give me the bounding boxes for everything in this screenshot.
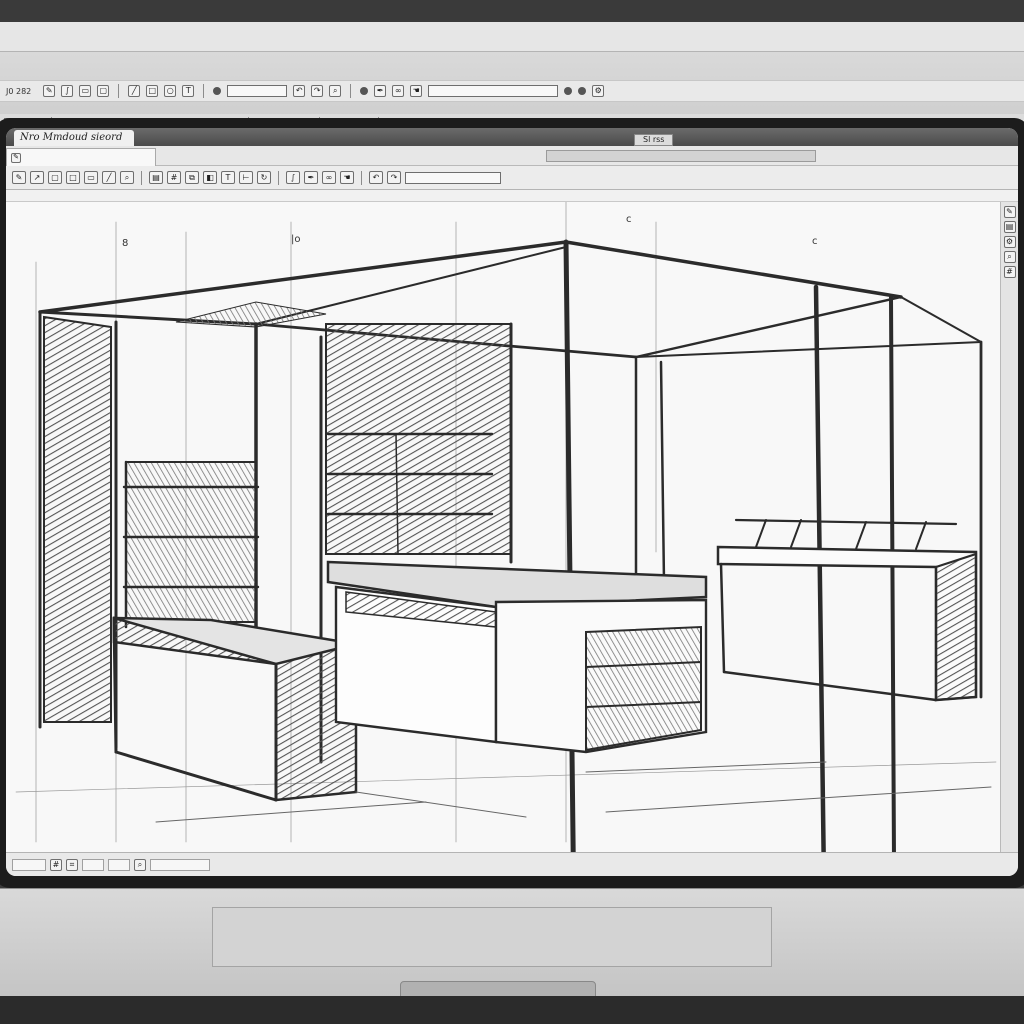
pencil-icon[interactable]: ✎ <box>43 85 56 97</box>
right-tool-panel: ✎ ▤ ⚙ ⌕ # <box>1000 202 1018 852</box>
status-field[interactable] <box>150 858 210 871</box>
inner-titlebar: Nro Mmdoud sieord Sl rss <box>6 128 1018 146</box>
arrow-icon[interactable]: ↗ <box>30 171 44 184</box>
fill-icon[interactable]: ◧ <box>203 171 217 184</box>
settings-icon[interactable]: ⚙ <box>1003 236 1016 248</box>
grid-icon[interactable]: # <box>1003 266 1016 278</box>
zoom-icon[interactable]: ⌕ <box>120 171 134 184</box>
grid-icon[interactable]: # <box>50 858 62 871</box>
redo-icon[interactable]: ↷ <box>387 171 401 184</box>
circle-icon[interactable]: ○ <box>164 85 177 97</box>
outer-app-window: J0 282 ✎ ∫ ▭ ▢ ╱ □ ○ T ↶ ↷ ⌕ ✒ ∞ ☚ ⚙ ≡ ≣… <box>0 22 1024 134</box>
copy-icon[interactable]: ⧉ <box>185 171 199 184</box>
rotate-icon[interactable]: ↻ <box>257 171 271 184</box>
sketch-mark: 8 <box>122 238 128 249</box>
snap-icon[interactable]: ⌗ <box>66 858 78 871</box>
trackpad[interactable] <box>212 907 772 967</box>
laptop-base <box>0 888 1024 998</box>
hand-icon[interactable]: ☚ <box>410 85 423 97</box>
select-icon[interactable]: ▢ <box>97 85 110 97</box>
outer-slider-track[interactable] <box>428 85 559 97</box>
inner-tab-search[interactable] <box>546 150 816 162</box>
pencil-icon: ✎ <box>11 152 21 163</box>
eraser-icon[interactable]: ▭ <box>79 85 92 97</box>
sketch-mark: c <box>626 214 632 225</box>
undo-icon[interactable]: ↶ <box>293 85 306 97</box>
hand-icon[interactable]: ☚ <box>340 171 354 184</box>
inner-document-title: Sl rss <box>634 134 674 146</box>
select-icon[interactable]: ▢ <box>48 171 62 184</box>
grid-icon[interactable]: # <box>167 171 181 184</box>
toolbar-divider <box>141 170 142 185</box>
toolbar-divider <box>278 170 279 185</box>
pencil-icon[interactable]: ✎ <box>12 171 26 184</box>
pen-icon[interactable]: ✒ <box>304 171 318 184</box>
line-icon[interactable]: ╱ <box>128 85 141 97</box>
pencil-icon[interactable]: ✎ <box>1003 206 1016 218</box>
color-dot-icon[interactable] <box>213 87 222 95</box>
toolbar-divider <box>361 170 362 185</box>
rect-icon[interactable]: □ <box>66 171 80 184</box>
brush-icon[interactable]: ∫ <box>61 85 74 97</box>
toolbar-divider <box>203 84 205 98</box>
toolbar-divider <box>118 84 120 98</box>
status-field[interactable] <box>12 858 46 871</box>
laptop-hinge <box>400 981 596 997</box>
inner-app-window: Nro Mmdoud sieord Sl rss ✎ ✎ ↗ ▢ □ ▭ ╱ ⌕… <box>6 128 1018 876</box>
inner-brush-slider[interactable] <box>405 171 501 184</box>
line-icon[interactable]: ╱ <box>102 171 116 184</box>
laptop-base-edge <box>0 996 1024 1024</box>
tab-drawing[interactable]: ✎ <box>6 148 156 166</box>
settings-icon[interactable]: ⚙ <box>592 85 605 97</box>
outer-toolbar-primary: J0 282 ✎ ∫ ▭ ▢ ╱ □ ○ T ↶ ↷ ⌕ ✒ ∞ ☚ ⚙ <box>0 80 1024 102</box>
link-icon[interactable]: ∞ <box>322 171 336 184</box>
status-bar: # ⌗ ⌕ <box>6 852 1018 876</box>
text-icon[interactable]: T <box>221 171 235 184</box>
measure-icon[interactable]: ⊢ <box>239 171 253 184</box>
zoom-icon[interactable]: ⌕ <box>134 858 146 871</box>
brush-icon[interactable]: ∫ <box>286 171 300 184</box>
booth-sketch: 8 |o c c <box>15 202 997 852</box>
sketch-mark: |o <box>291 234 301 245</box>
sketch-mark: c <box>812 236 818 247</box>
outer-menubar <box>0 22 1024 52</box>
zoom-icon[interactable]: ⌕ <box>329 85 342 97</box>
rect-icon[interactable]: □ <box>146 85 159 97</box>
zoom-icon[interactable]: ⌕ <box>1003 251 1016 263</box>
status-field[interactable] <box>108 858 130 871</box>
link-icon[interactable]: ∞ <box>392 85 405 97</box>
outer-value-field[interactable] <box>227 85 288 97</box>
eraser-icon[interactable]: ▭ <box>84 171 98 184</box>
inner-app-title: Nro Mmdoud sieord <box>14 130 134 146</box>
record-dot-icon[interactable] <box>360 87 369 95</box>
drawing-canvas[interactable]: 8 |o c c <box>6 202 1000 852</box>
outer-version-label: J0 282 <box>6 86 32 96</box>
toolbar-divider <box>350 84 352 98</box>
status-dot-icon <box>564 87 573 95</box>
canvas-ruler <box>6 190 1018 202</box>
undo-icon[interactable]: ↶ <box>369 171 383 184</box>
text-icon[interactable]: T <box>182 85 195 97</box>
redo-icon[interactable]: ↷ <box>311 85 324 97</box>
inner-tabbar: ✎ <box>6 146 1018 166</box>
status-field[interactable] <box>82 858 104 871</box>
layers-icon[interactable]: ▤ <box>1003 221 1016 233</box>
inner-toolbar: ✎ ↗ ▢ □ ▭ ╱ ⌕ ▤ # ⧉ ◧ T ⊢ ↻ ∫ ✒ ∞ ☚ ↶ ↷ <box>6 166 1018 190</box>
layers-icon[interactable]: ▤ <box>149 171 163 184</box>
pen-icon[interactable]: ✒ <box>374 85 387 97</box>
status-dot-icon <box>578 87 587 95</box>
